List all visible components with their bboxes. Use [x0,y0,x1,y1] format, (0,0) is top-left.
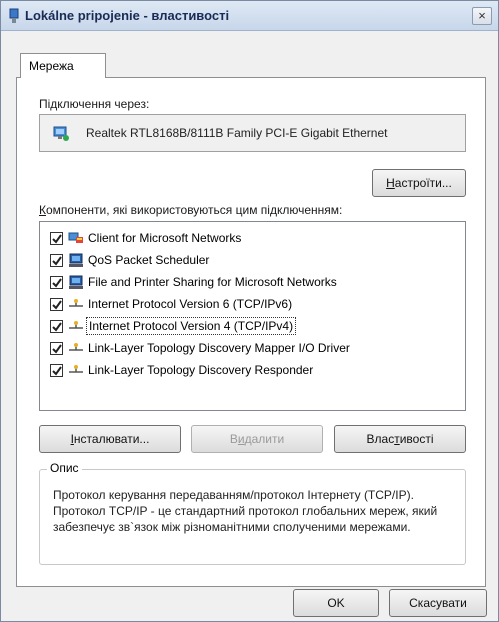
network-connection-icon [9,8,19,23]
components-list[interactable]: Client for Microsoft Networks QoS Packet… [39,221,466,411]
window-title: Lokálne pripojenie - властивості [25,8,230,23]
computer-service-icon [69,253,83,267]
component-label: Client for Microsoft Networks [88,231,242,245]
ok-button[interactable]: OK [293,589,379,617]
description-title: Опис [47,461,82,475]
connect-using-label: Підключення через: [39,97,150,111]
properties-button[interactable]: Властивості [334,425,466,453]
remove-label-pre: В [229,432,238,446]
list-item[interactable]: Internet Protocol Version 6 (TCP/IPv6) [50,294,450,316]
component-label: Internet Protocol Version 4 (TCP/IPv4) [86,317,297,335]
remove-accel: и [237,432,245,446]
close-button[interactable]: × [472,7,492,25]
components-label: Компоненти, які використовуються цим під… [39,203,342,217]
protocol-icon [69,321,83,329]
list-item[interactable]: Client for Microsoft Networks [50,228,450,250]
properties-dialog: Lokálne pripojenie - властивості × Мереж… [0,0,499,622]
description-text: Протокол керування передаванням/протокол… [53,488,438,534]
checkbox[interactable] [50,298,63,311]
cancel-button[interactable]: Скасувати [389,589,487,617]
tab-network[interactable]: Мережа [20,53,106,78]
component-label: QoS Packet Scheduler [88,253,210,267]
protocol-icon [69,343,83,351]
checkbox[interactable] [50,276,63,289]
configure-button[interactable]: Настроїти... [372,169,466,197]
title-bar[interactable]: Lokálne pripojenie - властивості × [1,1,498,31]
list-item[interactable]: File and Printer Sharing for Microsoft N… [50,272,450,294]
list-item-selected[interactable]: Internet Protocol Version 4 (TCP/IPv4) [50,316,450,338]
properties-label-post: ивості [399,432,434,446]
list-item[interactable]: Link-Layer Topology Discovery Responder [50,360,450,382]
checkbox[interactable] [50,320,63,333]
components-accel: К [39,203,46,217]
adapter-field: Realtek RTL8168B/8111B Family PCI-E Giga… [39,114,466,152]
checkbox[interactable] [50,364,63,377]
checkbox[interactable] [50,232,63,245]
component-label: Link-Layer Topology Discovery Responder [88,363,314,377]
components-label-text: омпоненти, які використовуються цим підк… [46,203,343,217]
install-button[interactable]: Інсталювати... [39,425,181,453]
remove-label-post: далити [244,432,285,446]
remove-button[interactable]: Видалити [191,425,323,453]
network-client-icon [68,232,83,243]
component-label: File and Printer Sharing for Microsoft N… [88,275,337,289]
computer-service-icon [69,275,83,289]
adapter-name: Realtek RTL8168B/8111B Family PCI-E Giga… [86,126,388,140]
list-item[interactable]: Link-Layer Topology Discovery Mapper I/O… [50,338,450,360]
checkbox[interactable] [50,254,63,267]
configure-accel: Н [386,176,395,190]
install-label: нсталювати... [73,432,150,446]
protocol-icon [69,299,83,307]
protocol-icon [69,365,83,373]
component-label: Internet Protocol Version 6 (TCP/IPv6) [88,297,293,311]
list-item[interactable]: QoS Packet Scheduler [50,250,450,272]
network-adapter-icon [53,126,69,141]
component-label: Link-Layer Topology Discovery Mapper I/O… [88,341,350,355]
checkbox[interactable] [50,342,63,355]
properties-label-pre: Влас [366,432,395,446]
configure-label: астроїти... [394,176,452,190]
